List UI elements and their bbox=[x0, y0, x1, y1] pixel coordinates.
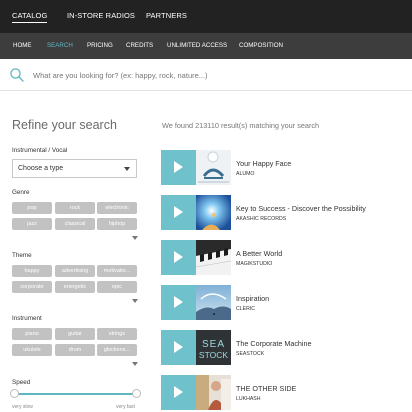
track-artist[interactable]: LUKHASH bbox=[236, 396, 261, 402]
type-select-value: Choose a type bbox=[18, 165, 64, 172]
speed-max-label: very fast bbox=[116, 404, 135, 410]
tag-instrument-glockenspiel[interactable]: glockens... bbox=[97, 344, 137, 356]
track-cover[interactable]: SEA STOCK bbox=[196, 330, 231, 365]
speed-slider-max-handle[interactable] bbox=[132, 389, 141, 398]
play-button[interactable] bbox=[161, 240, 196, 275]
subnav-composition[interactable]: COMPOSITION bbox=[239, 42, 283, 49]
nav-in-store-radios[interactable]: IN-STORE RADIOS bbox=[67, 11, 135, 20]
track-title[interactable]: Inspiration bbox=[236, 294, 269, 303]
track-row: Inspiration CLERIC bbox=[161, 285, 412, 320]
theme-label: Theme bbox=[12, 252, 32, 259]
speed-min-label: very slow bbox=[12, 404, 33, 410]
nav-catalog[interactable]: CATALOG bbox=[12, 11, 48, 23]
tag-theme-energetic[interactable]: energetic bbox=[55, 281, 95, 293]
track-cover[interactable] bbox=[196, 375, 231, 410]
refine-title: Refine your search bbox=[12, 118, 117, 132]
play-icon bbox=[174, 251, 183, 263]
tag-genre-pop[interactable]: pop bbox=[12, 202, 52, 214]
subnav-pricing[interactable]: PRICING bbox=[87, 42, 113, 49]
instrument-more-icon[interactable] bbox=[132, 362, 138, 366]
track-row: Your Happy Face ALUMO bbox=[161, 150, 412, 185]
play-icon bbox=[174, 341, 183, 353]
top-bar: CATALOG IN-STORE RADIOS PARTNERS bbox=[0, 0, 412, 33]
speed-slider-track[interactable] bbox=[14, 393, 136, 395]
track-cover[interactable] bbox=[196, 240, 231, 275]
tag-theme-epic[interactable]: epic bbox=[97, 281, 137, 293]
tag-theme-corporate[interactable]: corporate bbox=[12, 281, 52, 293]
tag-instrument-guitar[interactable]: guitar bbox=[55, 328, 95, 340]
play-button[interactable] bbox=[161, 330, 196, 365]
tag-instrument-strings[interactable]: strings bbox=[97, 328, 137, 340]
play-button[interactable] bbox=[161, 195, 196, 230]
subnav-credits[interactable]: CREDITS bbox=[126, 42, 153, 49]
subnav-home[interactable]: HOME bbox=[13, 42, 32, 49]
genre-more-icon[interactable] bbox=[132, 236, 138, 240]
track-row: Key to Success - Discover the Possibilit… bbox=[161, 195, 412, 230]
cover-text-line1: SEA bbox=[202, 339, 225, 350]
results-panel: We found 213110 result(s) matching your … bbox=[150, 91, 412, 412]
search-input[interactable] bbox=[33, 67, 393, 83]
theme-more-icon[interactable] bbox=[132, 299, 138, 303]
tag-genre-electronic[interactable]: electronic bbox=[97, 202, 137, 214]
tag-genre-classical[interactable]: classical bbox=[55, 218, 95, 230]
refine-sidebar: Refine your search Instrumental / Vocal … bbox=[0, 91, 150, 412]
instrumental-vocal-label: Instrumental / Vocal bbox=[12, 147, 68, 154]
tag-theme-advertising[interactable]: advertising bbox=[55, 265, 95, 277]
track-row: A Better World MAGIKSTUDIO bbox=[161, 240, 412, 275]
track-title[interactable]: The Corporate Machine bbox=[236, 339, 312, 348]
track-title[interactable]: Key to Success - Discover the Possibilit… bbox=[236, 204, 366, 213]
track-row: SEA STOCK The Corporate Machine SEASTOCK bbox=[161, 330, 412, 365]
tag-instrument-drum[interactable]: drum bbox=[55, 344, 95, 356]
track-cover[interactable] bbox=[196, 150, 231, 185]
track-title[interactable]: Your Happy Face bbox=[236, 159, 291, 168]
track-artist[interactable]: CLERIC bbox=[236, 306, 255, 312]
play-icon bbox=[174, 161, 183, 173]
play-icon bbox=[174, 386, 183, 398]
search-icon[interactable] bbox=[9, 67, 25, 83]
cover-text-line2: STOCK bbox=[199, 350, 228, 360]
track-title[interactable]: THE OTHER SIDE bbox=[236, 384, 296, 393]
tag-genre-jazz[interactable]: jazz bbox=[12, 218, 52, 230]
genre-label: Genre bbox=[12, 189, 30, 196]
tag-theme-motivation[interactable]: motivatio... bbox=[97, 265, 137, 277]
tag-genre-hiphop[interactable]: hiphop bbox=[97, 218, 137, 230]
play-icon bbox=[174, 296, 183, 308]
track-cover[interactable] bbox=[196, 195, 231, 230]
speed-label: Speed bbox=[12, 379, 31, 386]
chevron-down-icon bbox=[124, 167, 130, 171]
track-artist[interactable]: AKASHIC RECORDS bbox=[236, 216, 286, 222]
tag-theme-happy[interactable]: happy bbox=[12, 265, 52, 277]
track-artist[interactable]: MAGIKSTUDIO bbox=[236, 261, 272, 267]
tag-instrument-piano[interactable]: piano bbox=[12, 328, 52, 340]
type-select[interactable]: Choose a type bbox=[12, 159, 137, 178]
play-button[interactable] bbox=[161, 285, 196, 320]
track-row: THE OTHER SIDE LUKHASH bbox=[161, 375, 412, 410]
tag-genre-rock[interactable]: rock bbox=[55, 202, 95, 214]
nav-partners[interactable]: PARTNERS bbox=[146, 11, 187, 20]
play-button[interactable] bbox=[161, 150, 196, 185]
track-cover[interactable] bbox=[196, 285, 231, 320]
subnav-unlimited-access[interactable]: UNLIMITED ACCESS bbox=[167, 42, 227, 49]
track-artist[interactable]: SEASTOCK bbox=[236, 351, 264, 357]
speed-slider-min-handle[interactable] bbox=[10, 389, 19, 398]
play-icon bbox=[174, 206, 183, 218]
instrument-label: Instrument bbox=[12, 315, 42, 322]
results-count: We found 213110 result(s) matching your … bbox=[162, 121, 320, 130]
sub-nav: HOME SEARCH PRICING CREDITS UNLIMITED AC… bbox=[0, 33, 412, 59]
play-button[interactable] bbox=[161, 375, 196, 410]
tag-instrument-ukulele[interactable]: ukulele bbox=[12, 344, 52, 356]
search-bar bbox=[0, 59, 412, 91]
track-artist[interactable]: ALUMO bbox=[236, 171, 254, 177]
track-title[interactable]: A Better World bbox=[236, 249, 282, 258]
subnav-search[interactable]: SEARCH bbox=[47, 42, 73, 49]
